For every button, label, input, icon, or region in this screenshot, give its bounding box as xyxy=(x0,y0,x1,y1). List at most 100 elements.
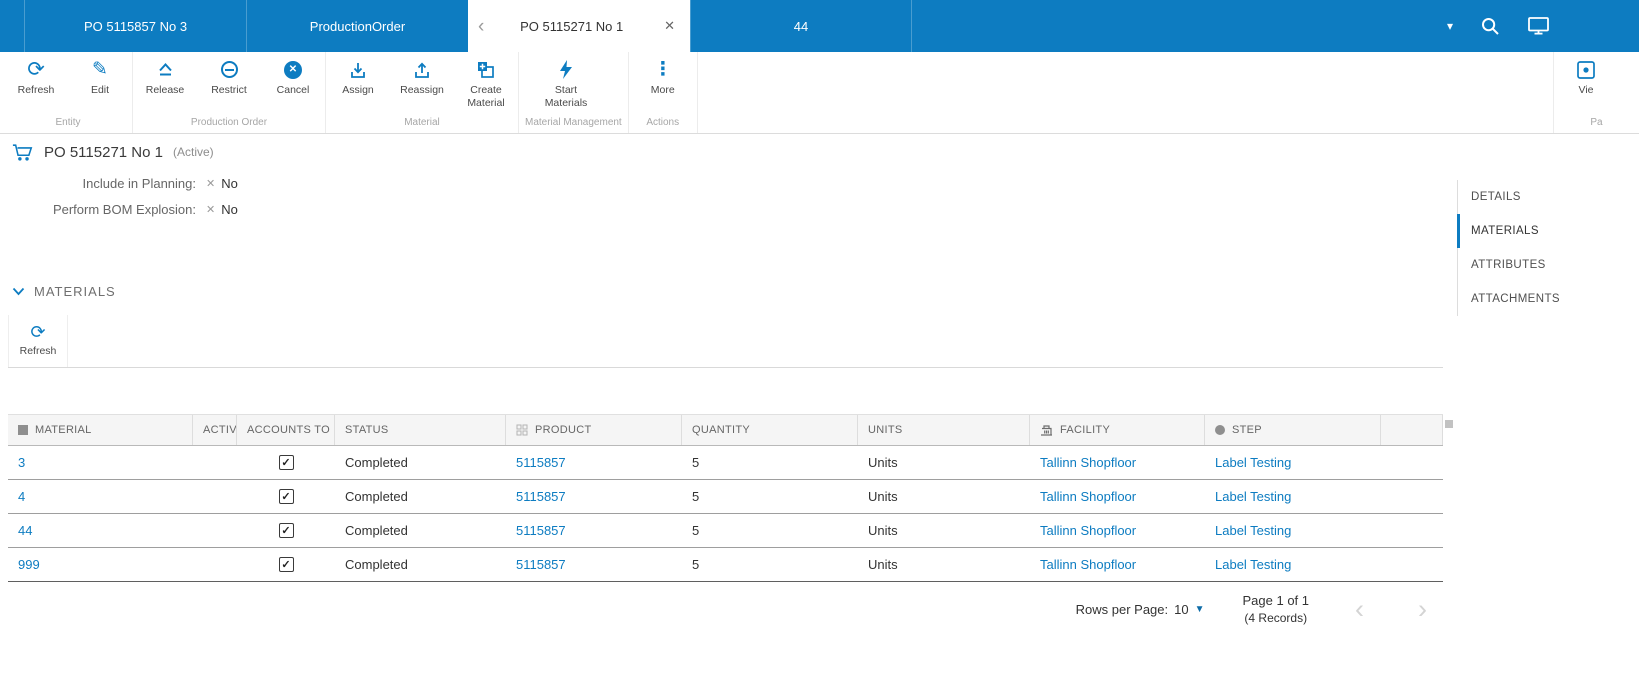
view-button-partial[interactable]: Vie xyxy=(1554,57,1618,114)
tab-44[interactable]: 44 xyxy=(690,0,912,52)
checkbox-checked-icon[interactable]: ✓ xyxy=(278,523,294,538)
materials-table: MATERIAL ACTIVE ACCOUNTS TO STATUS PRODU… xyxy=(8,414,1453,582)
button-label: Restrict xyxy=(211,84,247,96)
kebab-menu-icon: ⋮ xyxy=(653,58,673,80)
checkbox-checked-icon[interactable]: ✓ xyxy=(278,455,294,470)
material-link[interactable]: 44 xyxy=(8,523,193,538)
next-page-icon[interactable]: › xyxy=(1410,595,1435,623)
toolbar-group-actions: ⋮ More Actions xyxy=(629,52,698,133)
tab-production-order[interactable]: ProductionOrder xyxy=(246,0,468,52)
step-link[interactable]: Label Testing xyxy=(1205,523,1381,538)
tab-po-5115271-active[interactable]: ‹ PO 5115271 No 1 ✕ xyxy=(468,0,690,52)
column-header-accounts-to[interactable]: ACCOUNTS TO xyxy=(237,415,335,445)
status-cell: Completed xyxy=(345,455,408,470)
button-label: Create Material xyxy=(467,84,505,109)
material-link[interactable]: 3 xyxy=(8,455,193,470)
cancel-icon: ✕ xyxy=(284,57,302,82)
close-tab-icon[interactable]: ✕ xyxy=(659,16,680,36)
status-cell: Completed xyxy=(345,523,408,538)
facility-link[interactable]: Tallinn Shopfloor xyxy=(1030,557,1205,572)
rows-per-page-dropdown[interactable]: Rows per Page: 10 ▼ xyxy=(1076,602,1205,617)
toolbar-group-label: Material Management xyxy=(525,117,622,128)
button-label: Cancel xyxy=(276,84,310,96)
field-include-in-planning: Include in Planning: ✕ No xyxy=(0,170,1639,196)
column-header-material[interactable]: MATERIAL xyxy=(8,415,193,445)
search-icon[interactable] xyxy=(1481,17,1500,36)
column-header-step[interactable]: STEP xyxy=(1205,415,1381,445)
chevron-down-icon xyxy=(12,287,25,296)
more-button[interactable]: ⋮ More xyxy=(629,57,697,114)
release-button[interactable]: Release xyxy=(133,57,197,114)
product-link[interactable]: 5115857 xyxy=(506,523,682,538)
field-value: No xyxy=(221,175,238,191)
column-label: FACILITY xyxy=(1060,424,1111,436)
detail-fields: Include in Planning: ✕ No Perform BOM Ex… xyxy=(0,170,1639,222)
facility-link[interactable]: Tallinn Shopfloor xyxy=(1030,523,1205,538)
pagination-bar: Rows per Page: 10 ▼ Page 1 of 1 (4 Record… xyxy=(0,592,1443,627)
monitor-icon[interactable] xyxy=(1528,17,1549,35)
release-icon xyxy=(156,57,175,82)
previous-page-icon[interactable]: ‹ xyxy=(1347,595,1372,623)
facility-link[interactable]: Tallinn Shopfloor xyxy=(1030,455,1205,470)
accounts-to-cell: ✓ xyxy=(237,523,335,538)
column-header-product[interactable]: PRODUCT xyxy=(506,415,682,445)
tab-po-5115857[interactable]: PO 5115857 No 3 xyxy=(24,0,246,52)
button-label: Assign xyxy=(342,84,374,96)
toolbar-group-material: Assign Reassign Create Material Material xyxy=(326,52,519,133)
sidebar-item-attachments[interactable]: ATTACHMENTS xyxy=(1458,282,1639,316)
column-header-facility[interactable]: FACILITY xyxy=(1030,415,1205,445)
status-badge: (Active) xyxy=(172,145,214,159)
sidebar-item-materials[interactable]: MATERIALS xyxy=(1457,214,1639,248)
column-header-status[interactable]: STATUS xyxy=(335,415,506,445)
rows-per-page-value: 10 xyxy=(1174,601,1189,617)
table-options-icon[interactable] xyxy=(1445,420,1453,428)
toolbar-group-label: Actions xyxy=(646,117,680,128)
product-link[interactable]: 5115857 xyxy=(506,557,682,572)
restrict-icon xyxy=(220,57,238,82)
start-materials-button[interactable]: Start Materials xyxy=(519,57,613,114)
materials-section-header[interactable]: MATERIALS xyxy=(12,284,1639,299)
button-label: Edit xyxy=(90,84,110,96)
reassign-icon xyxy=(412,57,432,82)
column-label: UNITS xyxy=(868,424,903,436)
records-label: (4 Records) xyxy=(1244,611,1308,626)
tab-overflow-chevron-icon[interactable]: ▾ xyxy=(1447,19,1453,33)
reassign-button[interactable]: Reassign xyxy=(390,57,454,114)
tab-label: PO 5115857 No 3 xyxy=(83,18,188,34)
material-link[interactable]: 4 xyxy=(8,489,193,504)
refresh-button[interactable]: ⟳ Refresh xyxy=(4,57,68,114)
pencil-icon: ✎ xyxy=(92,58,108,80)
material-link[interactable]: 999 xyxy=(8,557,193,572)
step-link[interactable]: Label Testing xyxy=(1205,455,1381,470)
cancel-button[interactable]: ✕ Cancel xyxy=(261,57,325,114)
checkbox-checked-icon[interactable]: ✓ xyxy=(278,489,294,504)
column-label: MATERIAL xyxy=(35,424,92,436)
quantity-cell: 5 xyxy=(692,489,700,504)
sidebar-item-attributes[interactable]: ATTRIBUTES xyxy=(1458,248,1639,282)
product-link[interactable]: 5115857 xyxy=(506,455,682,470)
column-header-quantity[interactable]: QUANTITY xyxy=(682,415,858,445)
field-label: Perform BOM Explosion: xyxy=(52,201,196,217)
units-cell: Units xyxy=(868,557,898,572)
column-header-active[interactable]: ACTIVE xyxy=(193,415,237,445)
step-link[interactable]: Label Testing xyxy=(1205,557,1381,572)
chevron-down-icon: ▼ xyxy=(1194,603,1205,615)
restrict-button[interactable]: Restrict xyxy=(197,57,261,114)
column-header-units[interactable]: UNITS xyxy=(858,415,1030,445)
button-label: Vie xyxy=(1578,84,1594,96)
facility-link[interactable]: Tallinn Shopfloor xyxy=(1030,489,1205,504)
section-nav: DETAILS MATERIALS ATTRIBUTES ATTACHMENTS xyxy=(1457,180,1639,316)
materials-toolbar: ⟳ Refresh xyxy=(8,315,1443,368)
x-mark-icon: ✕ xyxy=(206,203,216,216)
main-toolbar: ⟳ Refresh ✎ Edit Entity Release Restrict xyxy=(0,52,1639,134)
product-link[interactable]: 5115857 xyxy=(506,489,682,504)
materials-refresh-button[interactable]: ⟳ Refresh xyxy=(8,315,68,367)
toolbar-group-material-management: Start Materials Material Management xyxy=(519,52,629,133)
sidebar-item-details[interactable]: DETAILS xyxy=(1458,180,1639,214)
toolbar-group-label: Material xyxy=(404,117,440,128)
assign-button[interactable]: Assign xyxy=(326,57,390,114)
create-material-button[interactable]: Create Material xyxy=(454,57,518,114)
step-link[interactable]: Label Testing xyxy=(1205,489,1381,504)
edit-button[interactable]: ✎ Edit xyxy=(68,57,132,114)
checkbox-checked-icon[interactable]: ✓ xyxy=(278,557,294,572)
